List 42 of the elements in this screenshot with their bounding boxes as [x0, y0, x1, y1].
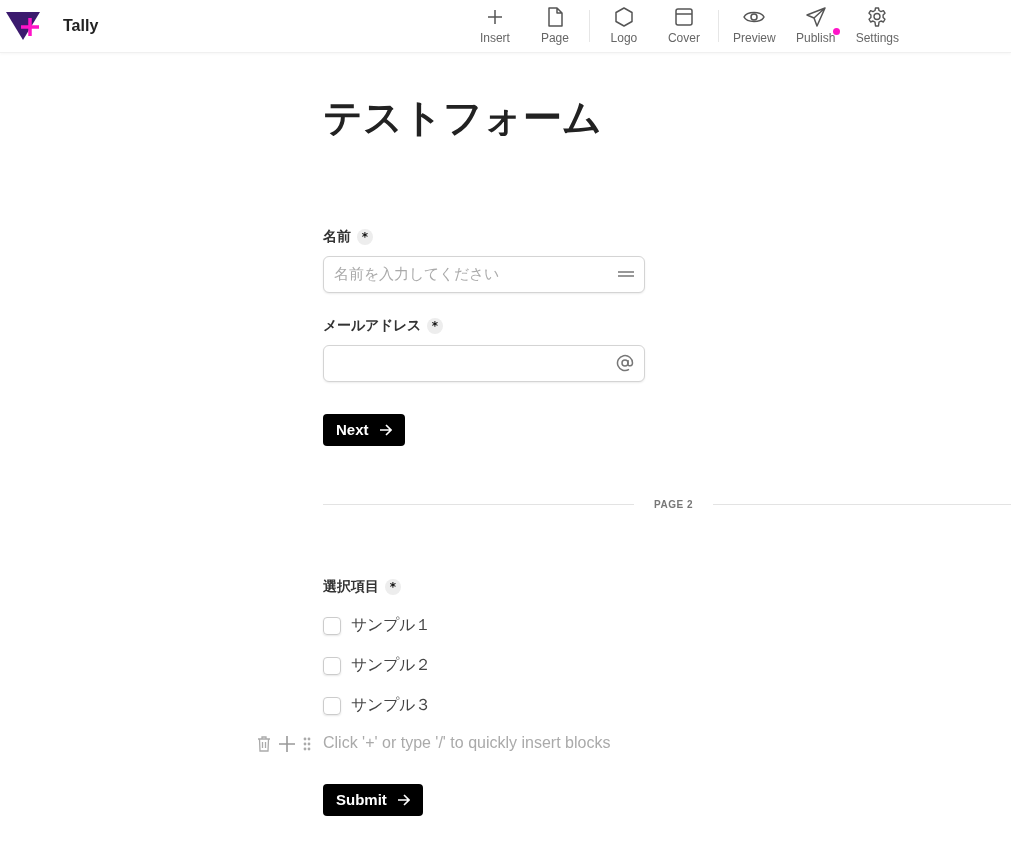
toolbar-button[interactable]: Publish [795, 5, 836, 47]
page-icon [545, 7, 564, 27]
toolbar-button[interactable]: Page [534, 5, 575, 47]
next-button[interactable]: Next [323, 413, 405, 446]
input-field[interactable]: 名前を入力してください [323, 255, 645, 293]
option-label[interactable]: サンプル３ [351, 695, 431, 717]
checkbox[interactable] [323, 696, 341, 715]
hexagon-icon [614, 7, 633, 27]
arrow-right-icon [396, 793, 410, 806]
arrow-right-icon [378, 423, 392, 436]
trash-icon[interactable] [257, 735, 271, 752]
app-name: Tally [63, 17, 99, 35]
page-break-label: PAGE 2 [654, 498, 693, 510]
submit-button[interactable]: Submit [323, 783, 423, 816]
input-field[interactable] [323, 344, 645, 382]
required-badge: * [427, 317, 443, 334]
form-title: テストフォーム [323, 95, 602, 142]
eye-icon [743, 9, 766, 25]
question-label: 選択項目 [323, 577, 379, 596]
notification-dot [832, 28, 840, 35]
plus-icon[interactable] [279, 735, 295, 752]
settings-icon [867, 7, 888, 27]
plus-icon [485, 8, 504, 26]
required-badge: * [385, 578, 401, 595]
toolbar-button[interactable]: Insert [474, 5, 515, 47]
toolbar-button[interactable]: Logo [603, 5, 644, 47]
option-label[interactable]: サンプル１ [351, 615, 431, 637]
toolbar-button[interactable]: Preview [732, 5, 776, 47]
short-text-icon [618, 271, 634, 278]
option-label[interactable]: サンプル２ [351, 655, 431, 677]
checkbox[interactable] [323, 616, 341, 635]
at-sign-icon [616, 354, 634, 373]
required-badge: * [357, 228, 373, 245]
layout-icon [674, 8, 693, 26]
toolbar-button[interactable]: Cover [663, 5, 704, 47]
checkbox[interactable] [323, 656, 341, 675]
question-label: 名前 [323, 227, 351, 246]
toolbar-button[interactable]: Settings [855, 5, 899, 47]
question-label: メールアドレス [323, 316, 421, 335]
logo-icon[interactable] [5, 10, 41, 42]
drag-handle-icon[interactable] [303, 736, 311, 751]
send-icon [805, 7, 826, 27]
